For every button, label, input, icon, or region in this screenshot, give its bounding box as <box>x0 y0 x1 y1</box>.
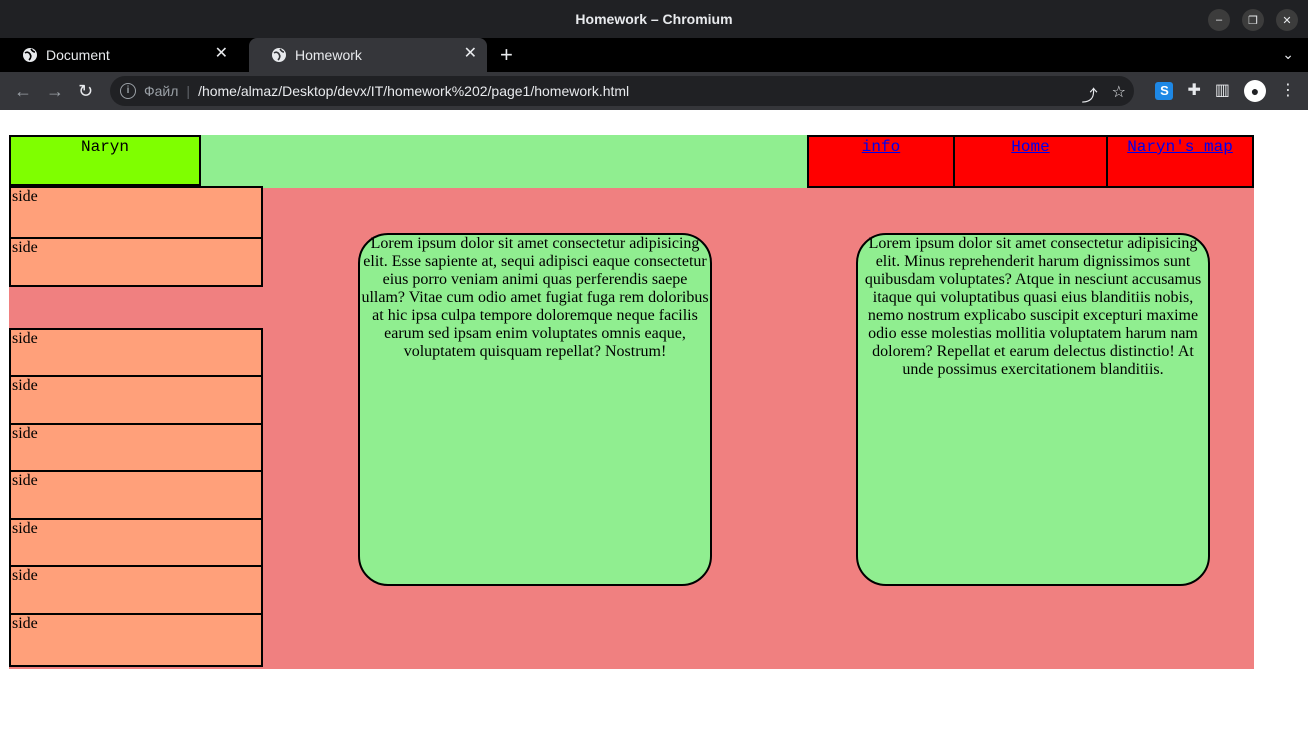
sidebar-item: side <box>9 328 263 377</box>
nav-item-info: info <box>807 135 955 188</box>
profile-avatar-icon[interactable]: ● <box>1244 80 1266 102</box>
globe-icon <box>23 48 37 62</box>
sidebar-item: side <box>9 565 263 615</box>
sidebar-item: side <box>9 186 263 239</box>
puzzle-icon[interactable]: ✚ <box>1187 82 1200 100</box>
sidebar-item: side <box>9 470 263 520</box>
content-card-1: Lorem ipsum dolor sit amet consectetur a… <box>358 233 712 586</box>
nav-link-naryns-map[interactable]: Naryn's map <box>1127 138 1233 156</box>
side-panel-icon[interactable]: ▥ <box>1215 82 1230 100</box>
content-card-2: Lorem ipsum dolor sit amet consectetur a… <box>856 233 1210 586</box>
star-icon[interactable]: ☆ <box>1112 82 1126 106</box>
page-header: Naryn info Home Naryn's map <box>9 135 1254 188</box>
sidebar-item: side <box>9 613 263 667</box>
window-title: Homework – Chromium <box>575 11 733 27</box>
forward-arrow-icon[interactable]: → <box>46 82 64 100</box>
window-controls: – ❐ ✕ <box>1208 9 1298 31</box>
new-tab-icon[interactable]: + <box>500 44 513 66</box>
omnibox-actions: ⤴ ☆ <box>1082 82 1126 106</box>
tab-strip: Document ✕ Homework ✕ + ⌄ <box>0 38 1308 72</box>
main-area: side side side side side side side side … <box>9 186 1254 669</box>
sidebar-item: side <box>9 423 263 472</box>
nav-link-home[interactable]: Home <box>1011 138 1049 156</box>
close-icon[interactable]: ✕ <box>215 46 228 62</box>
sidebar-item: side <box>9 518 263 567</box>
tab-homework[interactable]: Homework ✕ <box>249 38 487 72</box>
kebab-menu-icon[interactable]: ⋮ <box>1280 82 1296 100</box>
globe-icon <box>272 48 286 62</box>
separator: | <box>186 83 191 99</box>
window-titlebar: Homework – Chromium – ❐ ✕ <box>0 0 1308 38</box>
logo: Naryn <box>9 135 201 186</box>
toolbar-actions: S ✚ ▥ ● ⋮ <box>1155 80 1296 102</box>
back-arrow-icon[interactable]: ← <box>14 82 32 100</box>
sidebar-item: side <box>9 237 263 287</box>
chevron-down-icon[interactable]: ⌄ <box>1282 46 1294 63</box>
address-bar[interactable]: i Файл | /home/almaz/Desktop/devx/IT/hom… <box>110 76 1134 106</box>
tab-label: Document <box>46 47 110 63</box>
tab-label: Homework <box>295 47 362 63</box>
nav-link-info[interactable]: info <box>862 138 900 156</box>
tab-document[interactable]: Document ✕ <box>0 38 238 72</box>
browser-toolbar: ← → ↻ i Файл | /home/almaz/Desktop/devx/… <box>0 72 1308 110</box>
reload-icon[interactable]: ↻ <box>78 82 93 100</box>
page-viewport: Naryn info Home Naryn's map side side si… <box>1 110 1307 742</box>
close-icon[interactable]: ✕ <box>464 46 477 62</box>
close-window-button[interactable]: ✕ <box>1276 9 1298 31</box>
info-icon[interactable]: i <box>120 83 136 99</box>
maximize-button[interactable]: ❐ <box>1242 9 1264 31</box>
nav-item-naryns-map: Naryn's map <box>1106 135 1254 188</box>
extension-s-icon[interactable]: S <box>1155 82 1174 100</box>
minimize-button[interactable]: – <box>1208 9 1230 31</box>
nav-item-home: Home <box>953 135 1108 188</box>
share-icon[interactable]: ⤴ <box>1082 82 1098 106</box>
scheme-label: Файл <box>144 83 179 99</box>
url-text[interactable]: /home/almaz/Desktop/devx/IT/homework%202… <box>198 83 629 99</box>
sidebar-item: side <box>9 375 263 425</box>
